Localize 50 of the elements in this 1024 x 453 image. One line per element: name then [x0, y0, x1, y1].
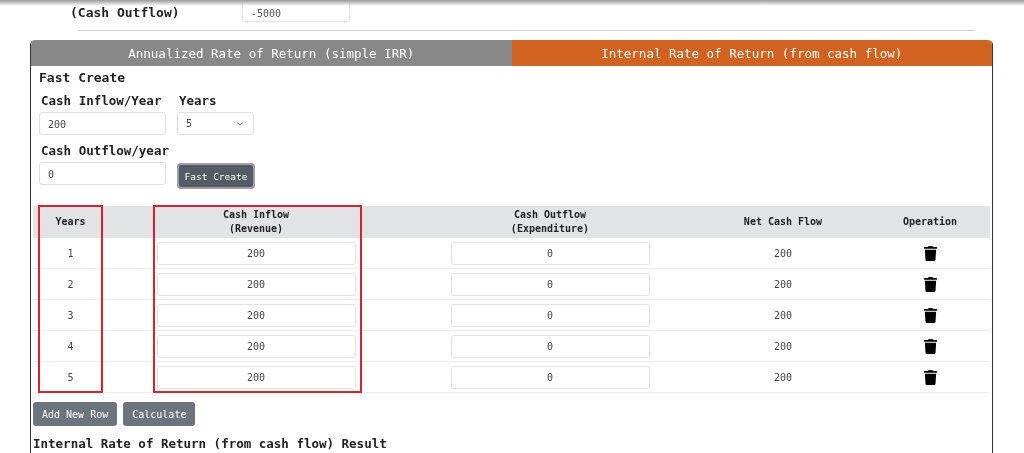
column-header: Net Cash Flow — [696, 206, 870, 238]
input-field[interactable]: 0 — [450, 272, 650, 296]
column-header: Operation — [870, 206, 990, 238]
table-cell: 200 — [773, 309, 793, 321]
action-button[interactable]: Calculate — [123, 402, 196, 426]
input-field[interactable]: 200 — [156, 303, 356, 327]
input-field[interactable]: -5000 — [242, 0, 350, 22]
trash-icon — [922, 307, 938, 323]
table-cell: 200 — [773, 340, 793, 352]
input-field[interactable]: 200 — [156, 334, 356, 358]
input-field[interactable]: 0 — [450, 334, 650, 358]
input-field[interactable]: 200 — [156, 365, 356, 389]
field-label: (Cash Outflow) — [70, 4, 181, 21]
table-cell: 200 — [773, 247, 793, 259]
delete-button[interactable] — [922, 276, 938, 292]
select-field[interactable]: 5 — [177, 112, 254, 135]
action-button[interactable]: Add New Row — [33, 402, 118, 426]
fast-create-button[interactable]: Fast Create — [177, 163, 255, 189]
trash-icon — [922, 338, 938, 354]
input-field[interactable]: 0 — [450, 241, 650, 265]
column-header: Cash Outflow (Expenditure) — [404, 206, 696, 238]
delete-button[interactable] — [922, 369, 938, 385]
table-cell: 4 — [67, 340, 74, 352]
input-field[interactable]: 200 — [156, 272, 356, 296]
trash-icon — [922, 245, 938, 261]
field-label: Years — [178, 92, 218, 110]
tab[interactable]: Annualized Rate of Return (simple IRR) — [31, 40, 512, 66]
section-title: Fast Create — [39, 70, 127, 85]
field-label: Cash Outflow/year — [40, 142, 170, 160]
table-cell: 1 — [67, 247, 74, 259]
column-header: Years — [33, 206, 108, 238]
result-title: Internal Rate of Return (from cash flow) Result — [33, 436, 388, 451]
delete-button[interactable] — [922, 245, 938, 261]
tab[interactable]: Internal Rate of Return (from cash flow) — [511, 40, 992, 66]
input-field[interactable]: 200 — [156, 241, 356, 265]
field-label: Cash Inflow/Year — [40, 92, 163, 110]
table-cell: 200 — [773, 371, 793, 383]
table-cell: 5 — [67, 371, 74, 383]
trash-icon — [922, 369, 938, 385]
input-field[interactable]: 0 — [39, 162, 166, 185]
table-cell: 2 — [67, 278, 74, 290]
input-field[interactable]: 0 — [450, 303, 650, 327]
table-cell: 200 — [773, 278, 793, 290]
delete-button[interactable] — [922, 307, 938, 323]
column-header: Cash Inflow (Revenue) — [108, 206, 404, 238]
input-field[interactable]: 200 — [39, 112, 166, 135]
table-cell: 3 — [67, 309, 74, 321]
trash-icon — [922, 276, 938, 292]
delete-button[interactable] — [922, 338, 938, 354]
input-field[interactable]: 0 — [450, 365, 650, 389]
